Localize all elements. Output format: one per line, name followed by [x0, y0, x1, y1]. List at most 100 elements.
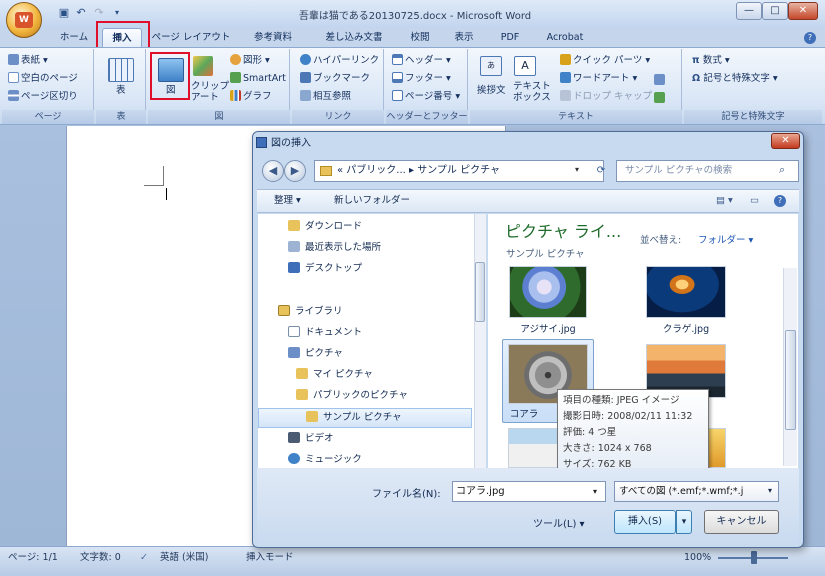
videos-icon	[288, 432, 300, 443]
qat-dropdown-icon[interactable]: ▾	[110, 6, 124, 20]
view-menu-icon[interactable]: ▤ ▾	[716, 194, 733, 208]
tab-references[interactable]: 参考資料	[240, 28, 306, 48]
file-type-dropdown-icon[interactable]: ▾	[768, 486, 772, 495]
status-zoom[interactable]: 100%	[684, 551, 711, 565]
tab-pdf[interactable]: PDF	[490, 28, 530, 48]
status-words[interactable]: 文字数: 0	[80, 551, 121, 565]
insert-button[interactable]: 挿入(S)	[614, 510, 676, 534]
file-name-koala[interactable]: コアラ	[494, 406, 554, 420]
cover-page-button[interactable]: 表紙 ▾	[8, 54, 48, 68]
status-language[interactable]: 英語 (米国)	[160, 551, 208, 565]
chart-button[interactable]: グラフ	[230, 90, 272, 104]
sort-dropdown[interactable]: フォルダー ▾	[698, 232, 753, 246]
sample-pictures-folder-icon	[306, 411, 318, 422]
help-icon[interactable]: ?	[804, 32, 816, 44]
clipart-button[interactable]: クリップ アート	[191, 81, 229, 103]
minimize-button[interactable]: —	[736, 2, 762, 20]
nav-item-recent[interactable]: 最近表示した場所	[288, 240, 381, 256]
nav-item-desktop[interactable]: デスクトップ	[288, 261, 362, 277]
tab-view[interactable]: 表示	[444, 28, 484, 48]
preview-pane-icon[interactable]: ▭	[750, 194, 759, 208]
maximize-button[interactable]: □	[762, 2, 788, 20]
dialog-help-icon[interactable]: ?	[774, 195, 786, 207]
tab-page-layout[interactable]: ページ レイアウト	[148, 28, 234, 48]
textbox-button[interactable]: テキスト ボックス	[513, 81, 551, 103]
nav-item-libraries[interactable]: ライブラリ	[278, 304, 343, 320]
date-time-icon[interactable]	[654, 74, 665, 85]
dialog-close-button[interactable]: ✕	[771, 133, 800, 149]
address-dropdown-icon[interactable]: ▾	[575, 165, 579, 174]
page-number-icon	[392, 90, 403, 101]
undo-icon[interactable]: ↶	[74, 6, 88, 20]
tools-menu[interactable]: ツール(L) ▾	[533, 515, 585, 530]
redo-icon[interactable]: ↷	[92, 6, 106, 20]
thumbnail-hydrangea[interactable]	[509, 266, 587, 318]
file-list-scrollbar-thumb[interactable]	[785, 330, 796, 430]
page-number-button[interactable]: ページ番号 ▾	[392, 90, 460, 104]
nav-item-videos[interactable]: ビデオ	[288, 431, 334, 447]
table-button[interactable]: 表	[116, 84, 126, 98]
greeting-icon[interactable]: あ	[480, 56, 502, 76]
tab-mailings[interactable]: 差し込み文書	[314, 28, 394, 48]
status-mode[interactable]: 挿入モード	[246, 551, 294, 565]
hyperlink-button[interactable]: ハイパーリンク	[300, 54, 379, 68]
textbox-icon[interactable]: A	[514, 56, 536, 76]
insert-dropdown-icon[interactable]: ▾	[676, 510, 692, 534]
filename-dropdown-icon[interactable]: ▾	[593, 482, 605, 501]
object-icon[interactable]	[654, 92, 665, 103]
nav-item-my-pictures[interactable]: マイ ピクチャ	[296, 367, 373, 383]
shapes-button[interactable]: 図形 ▾	[230, 54, 270, 68]
zoom-slider-handle[interactable]	[751, 551, 757, 564]
signature-line-icon[interactable]	[654, 56, 665, 67]
bookmark-button[interactable]: ブックマーク	[300, 72, 370, 86]
forward-button[interactable]: ▶	[284, 160, 306, 182]
nav-scrollbar-thumb[interactable]	[475, 262, 485, 322]
clipart-icon[interactable]	[193, 56, 213, 76]
drop-cap-button[interactable]: ドロップ キャップ ▾	[560, 90, 660, 104]
cancel-button[interactable]: キャンセル	[704, 510, 779, 534]
office-button[interactable]: W	[6, 2, 42, 38]
filename-input[interactable]: コアラ.jpg	[452, 481, 606, 502]
greeting-button[interactable]: 挨拶文	[477, 84, 506, 98]
nav-scrollbar[interactable]	[474, 214, 486, 468]
close-button[interactable]: ✕	[788, 2, 818, 20]
sort-label: 並べ替え:	[640, 235, 682, 246]
desktop-icon	[288, 262, 300, 273]
save-icon[interactable]: ▣	[57, 6, 71, 20]
tab-home[interactable]: ホーム	[46, 28, 102, 48]
address-bar[interactable]: « パブリック... ▸ サンプル ピクチャ	[314, 160, 604, 182]
cross-reference-button[interactable]: 相互参照	[300, 90, 351, 104]
refresh-icon[interactable]: ⟳	[594, 160, 608, 182]
blank-page-button[interactable]: 空白のページ	[8, 72, 78, 86]
search-icon[interactable]: ⌕	[779, 163, 785, 177]
nav-item-documents[interactable]: ドキュメント	[288, 325, 362, 341]
file-name-jellyfish[interactable]: クラゲ.jpg	[636, 321, 736, 335]
thumbnail-jellyfish[interactable]	[646, 266, 726, 318]
nav-item-sample-pictures[interactable]: サンプル ピクチャ	[306, 410, 402, 426]
proofing-icon[interactable]: ✓	[140, 551, 148, 565]
nav-item-music[interactable]: ミュージック	[288, 452, 362, 468]
back-button[interactable]: ◀	[262, 160, 284, 182]
tab-acrobat[interactable]: Acrobat	[538, 28, 592, 48]
nav-item-public-pictures[interactable]: パブリックのピクチャ	[296, 388, 408, 404]
file-name-hydrangea[interactable]: アジサイ.jpg	[498, 321, 598, 335]
nav-item-downloads[interactable]: ダウンロード	[288, 219, 362, 235]
nav-item-pictures[interactable]: ピクチャ	[288, 346, 343, 362]
smartart-button[interactable]: SmartArt	[230, 72, 286, 86]
wordart-button[interactable]: ワードアート ▾	[560, 72, 637, 86]
status-page[interactable]: ページ: 1/1	[8, 551, 58, 565]
equation-button[interactable]: π 数式 ▾	[692, 54, 730, 68]
file-info-tooltip: 項目の種類: JPEG イメージ 撮影日時: 2008/02/11 11:32 …	[557, 389, 709, 473]
header-button[interactable]: ヘッダー ▾	[392, 54, 451, 68]
chart-icon	[230, 90, 241, 101]
search-input[interactable]: サンプル ピクチャの検索	[616, 160, 799, 182]
new-folder-button[interactable]: 新しいフォルダー	[334, 194, 410, 208]
footer-button[interactable]: フッター ▾	[392, 72, 451, 86]
quick-parts-button[interactable]: クイック パーツ ▾	[560, 54, 650, 68]
organize-button[interactable]: 整理 ▾	[274, 194, 301, 208]
tab-review[interactable]: 校閲	[400, 28, 440, 48]
file-type-select[interactable]: すべての図 (*.emf;*.wmf;*.j	[614, 481, 779, 502]
symbol-button[interactable]: Ω 記号と特殊文字 ▾	[692, 72, 778, 86]
page-break-button[interactable]: ページ区切り	[8, 90, 78, 104]
table-icon[interactable]	[108, 58, 134, 82]
